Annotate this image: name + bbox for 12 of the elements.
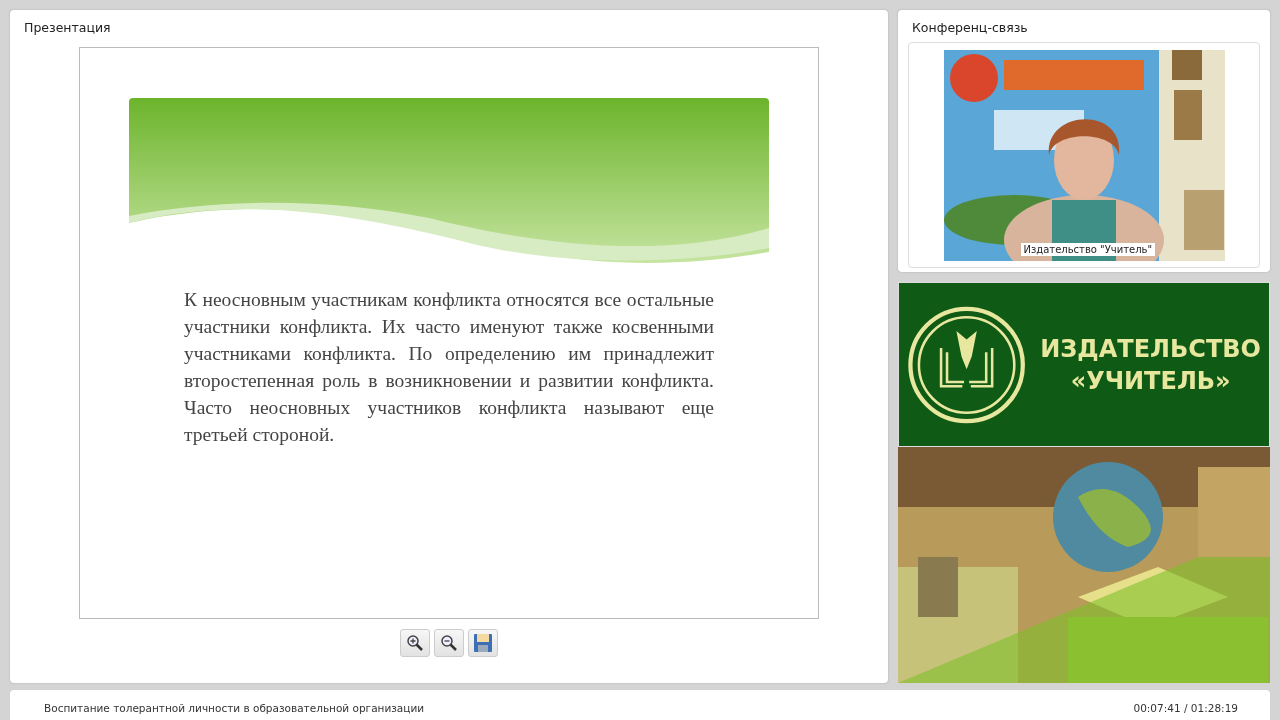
zoom-in-icon bbox=[406, 634, 424, 652]
banner-text: «УЧИТЕЛЬ» bbox=[1070, 365, 1231, 397]
slide-text: К неосновным участникам конфликта относятся все остальные участники конфликта. Их часто именуют также косвенными участниками конфликта. По определению им принадлежит второстепенная роль в возникновении и развитии конфликта. Часто неосновных участников конфликта называют еще третьей стороной. bbox=[184, 288, 714, 447]
banner-text: ИЗДАТЕЛЬСТВО bbox=[1040, 333, 1261, 365]
zoom-out-icon bbox=[440, 634, 458, 652]
zoom-in-button[interactable] bbox=[400, 629, 430, 657]
panel-title: Конференц-связь bbox=[911, 19, 1029, 37]
course-title: Воспитание толерантной личности в образовательной организации bbox=[44, 702, 425, 716]
save-button[interactable] bbox=[468, 629, 498, 657]
zoom-out-button[interactable] bbox=[434, 629, 464, 657]
panel-title: Презентация bbox=[23, 19, 112, 36]
playback-time: 00:07:41 / 01:28:19 bbox=[1133, 702, 1238, 716]
